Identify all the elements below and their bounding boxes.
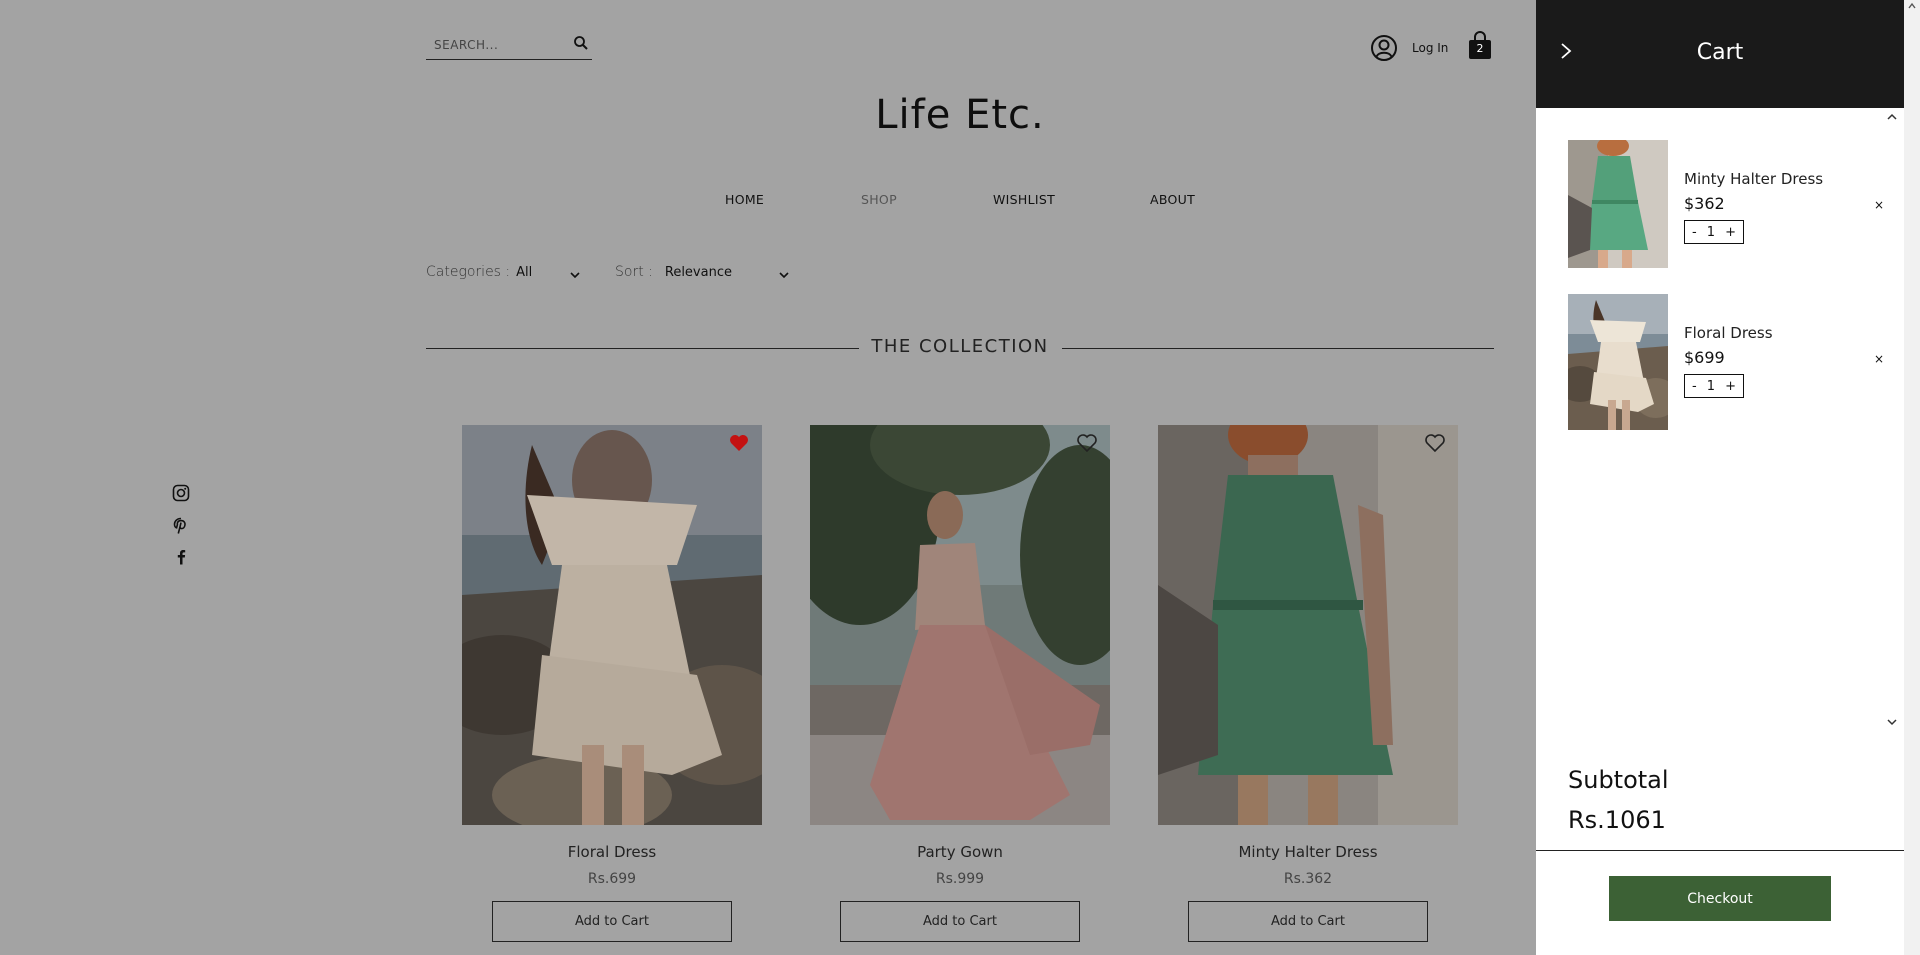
- cart-count-badge: 2: [1476, 42, 1484, 55]
- cart-header: Cart: [1536, 0, 1904, 108]
- product-image[interactable]: [810, 425, 1110, 825]
- quantity-value[interactable]: 1: [1707, 379, 1715, 394]
- cart-item-image[interactable]: [1568, 140, 1668, 268]
- sort-label: Sort :: [615, 264, 653, 280]
- categories-select[interactable]: All: [516, 265, 532, 280]
- cart-item-name[interactable]: Floral Dress: [1684, 324, 1773, 342]
- nav-wishlist[interactable]: WISHLIST: [993, 192, 1055, 207]
- categories-label: Categories :: [426, 264, 511, 280]
- product-card: Party Gown Rs.999 Add to Cart: [810, 425, 1110, 942]
- cart-item-name[interactable]: Minty Halter Dress: [1684, 170, 1823, 188]
- product-price: Rs.362: [1283, 871, 1333, 887]
- sort-filter[interactable]: Sort : Relevance: [615, 264, 732, 280]
- search-icon[interactable]: [572, 34, 590, 52]
- subtotal-value: Rs.1061: [1568, 806, 1666, 834]
- page-scrollbar[interactable]: [1904, 0, 1920, 955]
- search-input[interactable]: [434, 36, 564, 54]
- cart-item-price: $362: [1684, 194, 1725, 213]
- heart-outline-icon[interactable]: [1424, 433, 1446, 453]
- product-price: Rs.999: [935, 871, 985, 887]
- product-name[interactable]: Floral Dress: [462, 843, 762, 861]
- main-nav: HOME SHOP WISHLIST ABOUT: [0, 192, 1536, 212]
- categories-filter[interactable]: Categories : All: [426, 264, 532, 280]
- product-name[interactable]: Party Gown: [810, 843, 1110, 861]
- subtotal-label: Subtotal: [1568, 766, 1669, 794]
- user-area: Log In: [1370, 32, 1448, 64]
- collection-title: THE COLLECTION: [871, 336, 1049, 357]
- instagram-icon[interactable]: [171, 484, 191, 502]
- facebook-icon[interactable]: [171, 548, 191, 566]
- increment-button[interactable]: +: [1725, 225, 1736, 240]
- subtotal: Subtotal Rs.1061: [1568, 760, 1669, 840]
- scroll-up-icon[interactable]: [1908, 2, 1916, 10]
- nav-home[interactable]: HOME: [725, 192, 764, 207]
- sort-select[interactable]: Relevance: [665, 265, 732, 280]
- product-image[interactable]: [462, 425, 762, 825]
- product-card: Floral Dress Rs.699 Add to Cart: [462, 425, 762, 942]
- scroll-up-icon[interactable]: [1886, 112, 1898, 122]
- shop-page: Log In 2 Life Etc. HOME SHOP WISHLIST AB…: [0, 0, 1536, 955]
- divider-line: [426, 348, 859, 349]
- add-to-cart-button[interactable]: Add to Cart: [1188, 901, 1428, 942]
- scroll-down-icon[interactable]: [1886, 717, 1898, 727]
- add-to-cart-button[interactable]: Add to Cart: [492, 901, 732, 942]
- checkout-button[interactable]: Checkout: [1609, 876, 1831, 921]
- chevron-down-icon[interactable]: [778, 269, 790, 281]
- remove-item-button[interactable]: ×: [1874, 352, 1884, 366]
- heart-outline-icon[interactable]: [1076, 433, 1098, 453]
- quantity-stepper: - 1 +: [1684, 220, 1744, 244]
- product-image[interactable]: [1158, 425, 1458, 825]
- quantity-value[interactable]: 1: [1707, 225, 1715, 240]
- nav-shop[interactable]: SHOP: [861, 192, 897, 207]
- search-box[interactable]: [426, 30, 592, 60]
- cart-item-price: $699: [1684, 348, 1725, 367]
- login-link[interactable]: Log In: [1412, 41, 1448, 55]
- product-price: Rs.699: [587, 871, 637, 887]
- decrement-button[interactable]: -: [1692, 225, 1697, 240]
- cart-title: Cart: [1696, 40, 1744, 65]
- user-icon[interactable]: [1370, 34, 1398, 62]
- cart-button[interactable]: 2: [1466, 30, 1494, 62]
- cart-drawer: Cart Minty Halter Dress $362 × - 1 + Flo…: [1536, 0, 1904, 955]
- product-name[interactable]: Minty Halter Dress: [1158, 843, 1458, 861]
- pinterest-icon[interactable]: [171, 517, 191, 535]
- quantity-stepper: - 1 +: [1684, 374, 1744, 398]
- divider-line: [1536, 850, 1904, 851]
- nav-about[interactable]: ABOUT: [1150, 192, 1195, 207]
- chevron-down-icon[interactable]: [569, 269, 581, 281]
- heart-icon[interactable]: [728, 433, 750, 453]
- cart-item-image[interactable]: [1568, 294, 1668, 430]
- add-to-cart-button[interactable]: Add to Cart: [840, 901, 1080, 942]
- divider-line: [1062, 348, 1494, 349]
- remove-item-button[interactable]: ×: [1874, 198, 1884, 212]
- increment-button[interactable]: +: [1725, 379, 1736, 394]
- decrement-button[interactable]: -: [1692, 379, 1697, 394]
- product-card: Minty Halter Dress Rs.362 Add to Cart: [1158, 425, 1458, 942]
